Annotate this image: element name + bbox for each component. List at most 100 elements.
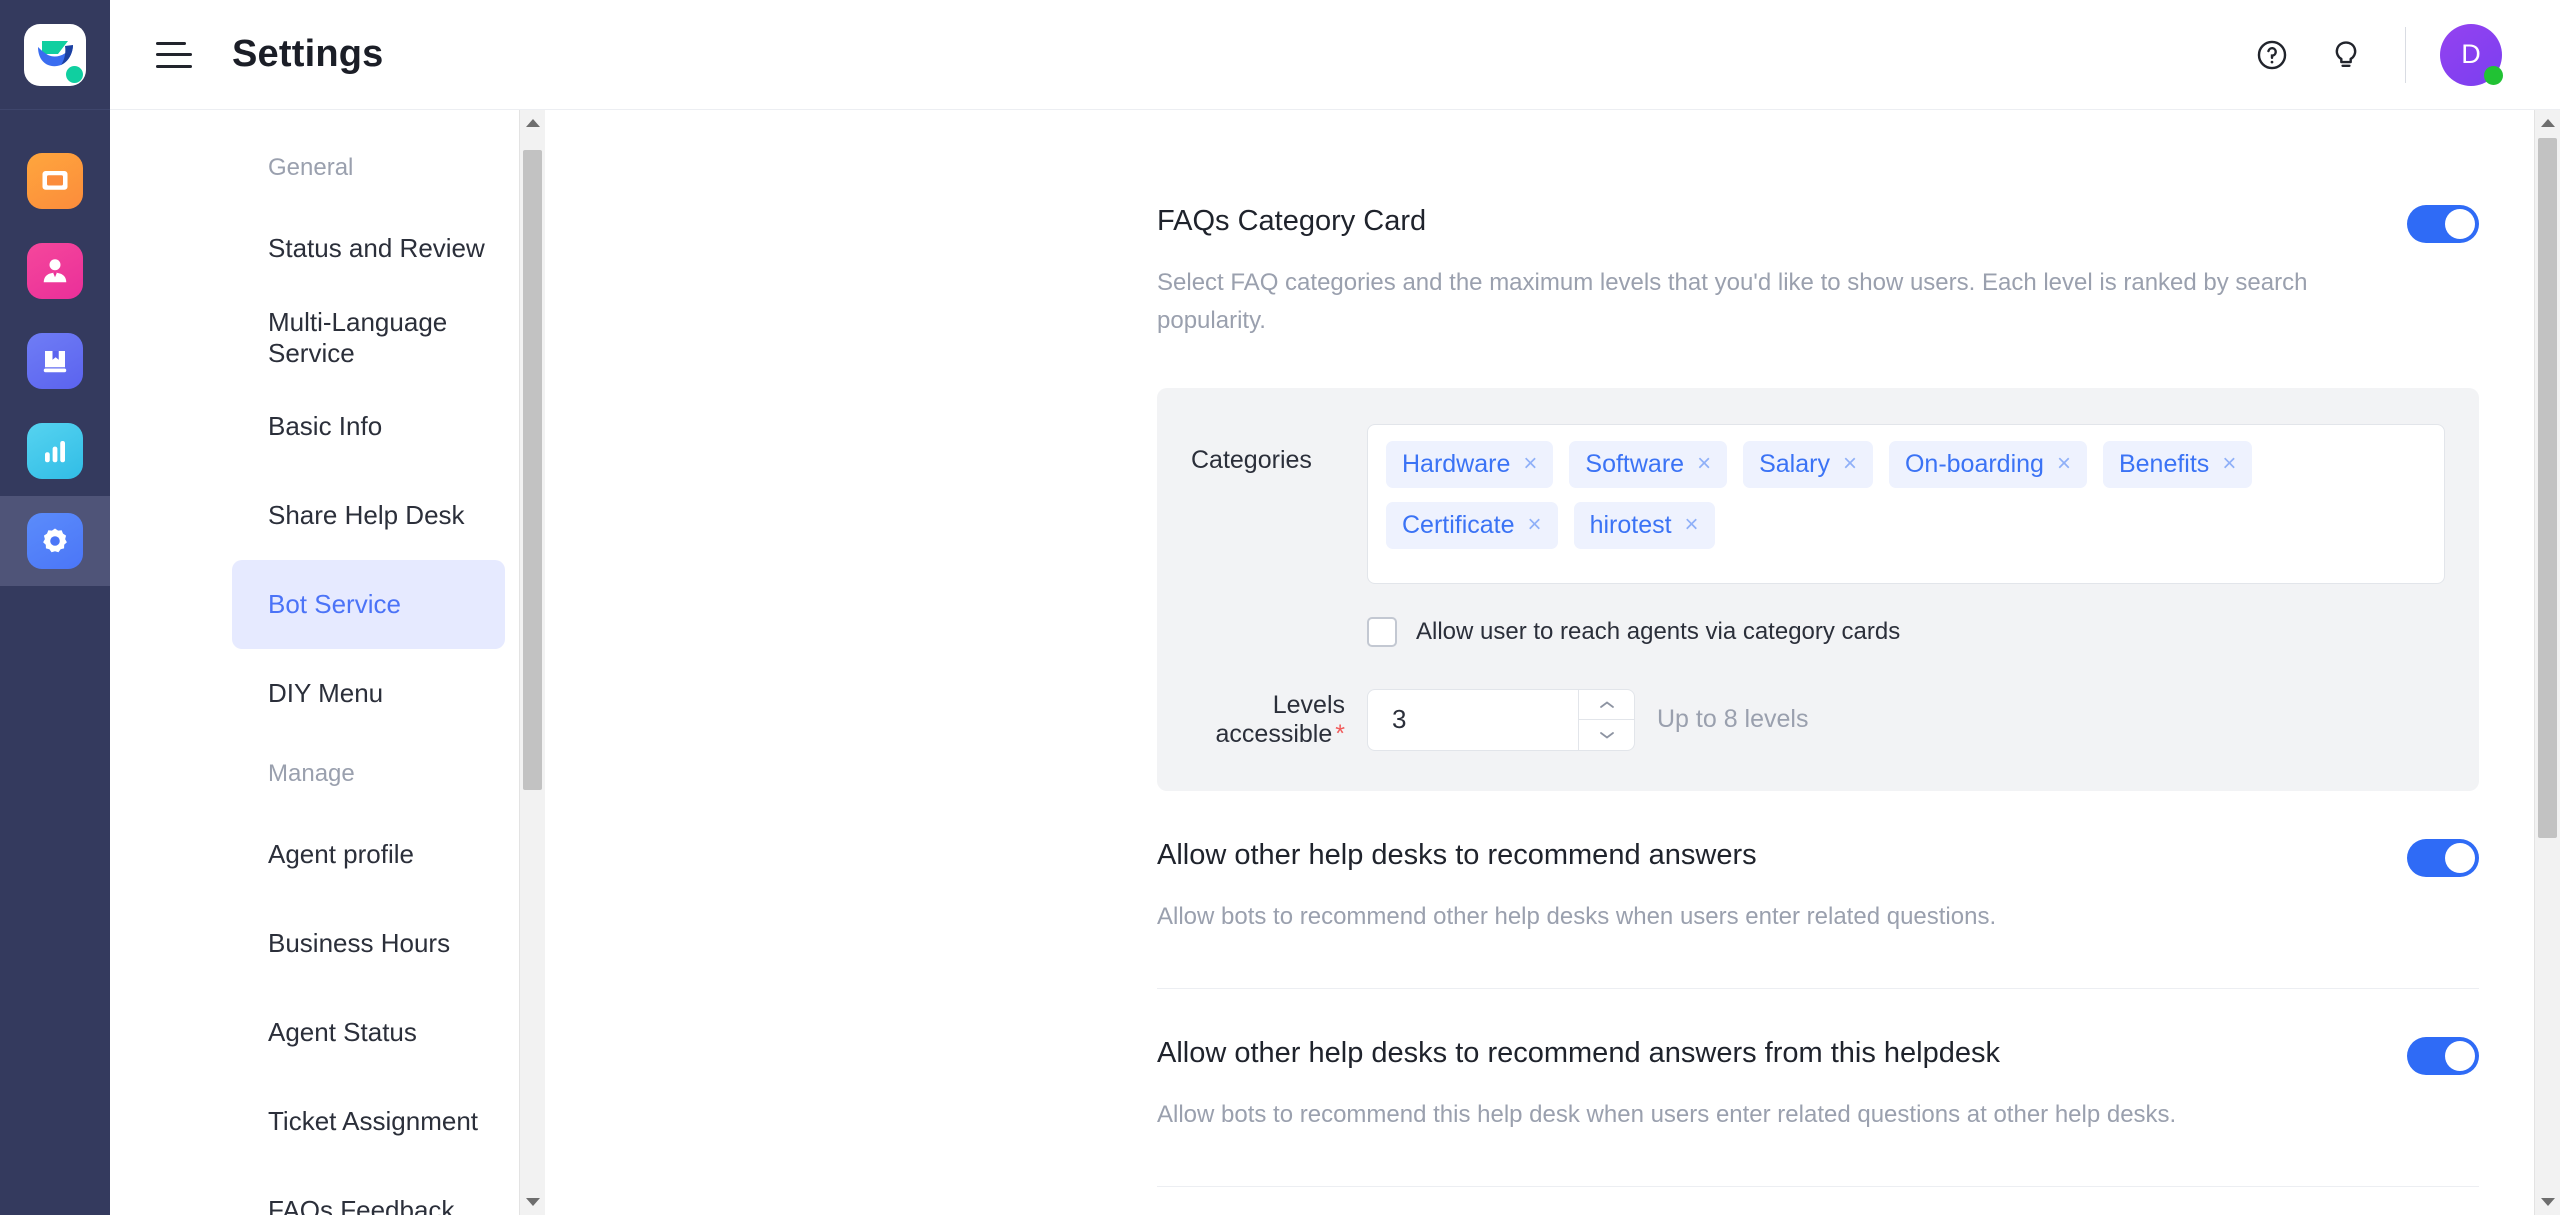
- tag-remove-icon[interactable]: ×: [1843, 452, 1857, 476]
- avatar[interactable]: D: [2440, 23, 2503, 86]
- page-scroll-up-arrow[interactable]: [2535, 110, 2560, 136]
- reach-agents-checkbox-label: Allow user to reach agents via category …: [1416, 617, 1901, 645]
- recommend-other-toggle[interactable]: [2407, 838, 2479, 877]
- rail-item-reports[interactable]: [0, 406, 110, 496]
- sidebar-item-ticket-assignment[interactable]: Ticket Assignment: [232, 1077, 505, 1166]
- tag-remove-icon[interactable]: ×: [1697, 452, 1711, 476]
- tag-label: On-boarding: [1904, 449, 2044, 478]
- rail-item-knowledge-base[interactable]: [0, 316, 110, 406]
- recommend-other-header: Allow other help desks to recommend answ…: [1157, 838, 2479, 877]
- logo-tile: [24, 23, 86, 86]
- tag-remove-icon[interactable]: ×: [2057, 452, 2071, 476]
- reach-agents-checkbox[interactable]: [1367, 616, 1397, 647]
- levels-accessible-stepper[interactable]: 3: [1367, 688, 1635, 751]
- nav-scroll-thumb[interactable]: [523, 150, 542, 790]
- categories-label: Categories: [1191, 445, 1312, 474]
- sidebar-item-business-hours[interactable]: Business Hours: [232, 899, 505, 988]
- app-rail: [0, 0, 110, 1215]
- body-row: General Status and Review Multi-Language…: [110, 110, 2560, 1215]
- rail-items: [0, 110, 110, 586]
- faq-category-card-title: FAQs Category Card: [1157, 205, 1427, 237]
- rail-item-conversations[interactable]: [0, 136, 110, 226]
- settings-nav-list: General Status and Review Multi-Language…: [110, 110, 545, 1215]
- sidebar-item-faqs-feedback[interactable]: FAQs Feedback: [232, 1166, 505, 1215]
- tag-remove-icon[interactable]: ×: [1528, 513, 1542, 537]
- sidebar-item-diy-menu[interactable]: DIY Menu: [232, 649, 505, 738]
- nav-scroll-down-arrow[interactable]: [520, 1189, 545, 1215]
- avatar-initial: D: [2461, 39, 2481, 69]
- nav-group-title-general: General: [268, 154, 354, 181]
- tag-certificate[interactable]: Certificate ×: [1386, 501, 1558, 549]
- recommend-from-this-description: Allow bots to recommend this help desk w…: [1157, 1100, 2177, 1128]
- settings-nav: General Status and Review Multi-Language…: [110, 110, 545, 1215]
- top-bar: Settings D: [110, 0, 2560, 110]
- recommend-other-title: Allow other help desks to recommend answ…: [1157, 838, 1757, 871]
- question-circle-icon[interactable]: [2235, 18, 2309, 92]
- faq-category-card-heading-block: FAQs Category Card: [1157, 205, 1426, 238]
- hamburger-icon[interactable]: [156, 41, 192, 68]
- sidebar-item-multi-language-service[interactable]: Multi-Language Service: [232, 293, 505, 382]
- sidebar-item-status-and-review[interactable]: Status and Review: [232, 204, 505, 293]
- tag-label: hirotest: [1589, 510, 1672, 539]
- gear-icon: [27, 513, 83, 569]
- toggle-knob: [2445, 209, 2475, 239]
- settings-column: Settings D General Status and Review Mul…: [110, 0, 2560, 1215]
- tag-label: Benefits: [2118, 449, 2210, 478]
- tag-on-boarding[interactable]: On-boarding ×: [1888, 440, 2087, 488]
- tag-remove-icon[interactable]: ×: [1523, 452, 1537, 476]
- tag-salary[interactable]: Salary ×: [1743, 440, 1873, 488]
- tag-remove-icon[interactable]: ×: [1685, 513, 1699, 537]
- levels-accessible-label: Levels accessible *: [1191, 691, 1367, 749]
- sidebar-item-bot-service[interactable]: Bot Service: [232, 560, 505, 649]
- categories-panel: Categories Hardware × Software × Salary …: [1157, 387, 2479, 791]
- categories-tag-input[interactable]: Hardware × Software × Salary × On-boardi…: [1367, 423, 2445, 584]
- section-divider-1: [1157, 987, 2479, 989]
- tag-hardware[interactable]: Hardware ×: [1386, 440, 1554, 488]
- section-divider-2: [1157, 1185, 2479, 1187]
- app-logo[interactable]: [0, 0, 110, 110]
- tag-software[interactable]: Software ×: [1569, 440, 1728, 488]
- lightbulb-icon[interactable]: [2309, 18, 2383, 92]
- nav-scrollbar[interactable]: [519, 110, 545, 1215]
- sidebar-item-basic-info[interactable]: Basic Info: [232, 382, 505, 471]
- recommend-from-this-header: Allow other help desks to recommend answ…: [1157, 1036, 2479, 1075]
- tag-label: Hardware: [1402, 449, 1511, 478]
- recommend-from-this-title: Allow other help desks to recommend answ…: [1157, 1036, 2000, 1069]
- tag-benefits[interactable]: Benefits ×: [2102, 440, 2253, 488]
- page-scrollbar[interactable]: [2534, 110, 2560, 1215]
- sidebar-item-agent-profile[interactable]: Agent profile: [232, 810, 505, 899]
- tag-label: Software: [1585, 449, 1685, 478]
- levels-accessible-row: Levels accessible * 3 Up to 8 levels: [1191, 688, 2445, 751]
- sidebar-item-agent-status[interactable]: Agent Status: [232, 988, 505, 1077]
- avatar-online-dot: [2484, 65, 2503, 85]
- recommend-from-this-toggle[interactable]: [2407, 1036, 2479, 1075]
- nav-group-title-manage: Manage: [268, 760, 355, 787]
- page-scroll-down-arrow[interactable]: [2535, 1189, 2560, 1215]
- categories-row: Categories Hardware × Software × Salary …: [1191, 423, 2445, 584]
- toolbar-divider: [2405, 26, 2406, 83]
- reach-agents-checkbox-row: Allow user to reach agents via category …: [1367, 616, 2445, 647]
- levels-accessible-hint: Up to 8 levels: [1657, 705, 1809, 734]
- page-title: Settings: [232, 33, 384, 75]
- tag-hirotest[interactable]: hirotest ×: [1573, 501, 1715, 549]
- stepper-increment-icon[interactable]: [1579, 690, 1634, 721]
- app-root: Settings D General Status and Review Mul…: [0, 0, 2560, 1215]
- settings-content: FAQs Category Card Select FAQ categories…: [545, 110, 2560, 1215]
- faq-category-card-header: FAQs Category Card: [1157, 205, 2479, 243]
- required-asterisk: *: [1335, 719, 1345, 748]
- page-scroll-thumb[interactable]: [2538, 138, 2557, 838]
- faq-category-card-toggle[interactable]: [2407, 205, 2479, 243]
- sidebar-item-share-help-desk[interactable]: Share Help Desk: [232, 471, 505, 560]
- levels-accessible-value[interactable]: 3: [1368, 704, 1406, 735]
- rail-item-agents[interactable]: [0, 226, 110, 316]
- knowledge-base-icon: [27, 333, 83, 389]
- bot-service-form: FAQs Category Card Select FAQ categories…: [545, 110, 2560, 1215]
- stepper-decrement-icon[interactable]: [1579, 720, 1634, 750]
- chat-icon: [27, 153, 83, 209]
- recommend-other-description: Allow bots to recommend other help desks…: [1157, 902, 1997, 930]
- toggle-knob: [2445, 842, 2475, 873]
- logo-status-dot: [66, 65, 83, 83]
- tag-remove-icon[interactable]: ×: [2222, 452, 2236, 476]
- nav-scroll-up-arrow[interactable]: [520, 110, 545, 136]
- rail-item-settings[interactable]: [0, 496, 110, 586]
